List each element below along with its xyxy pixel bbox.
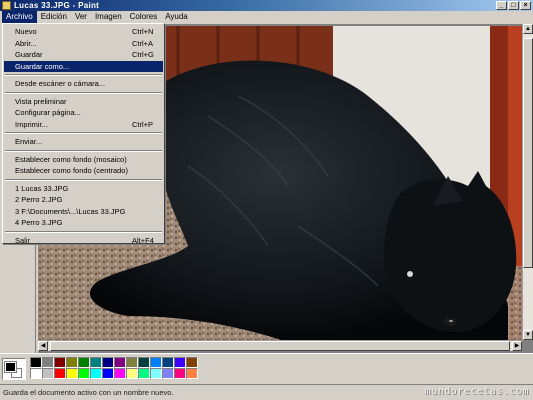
menu-file[interactable]: Archivo xyxy=(2,11,37,23)
file-menu-item[interactable]: Nuevo Ctrl+N xyxy=(4,26,163,38)
menu-colors[interactable]: Colores xyxy=(126,11,162,23)
menu-edit[interactable]: Edición xyxy=(37,11,71,23)
window-controls: _ □ × xyxy=(496,1,531,10)
close-button[interactable]: × xyxy=(520,1,531,10)
color-swatch[interactable] xyxy=(42,368,54,379)
color-swatch[interactable] xyxy=(90,368,102,379)
file-menu-item[interactable]: Guardar Ctrl+G xyxy=(4,49,163,61)
title-bar: Lucas 33.JPG - Paint _ □ × xyxy=(0,0,533,11)
menu-bar: Archivo Edición Ver Imagen Colores Ayuda xyxy=(0,11,533,23)
vertical-scroll-thumb[interactable] xyxy=(523,38,533,268)
file-menu-item[interactable]: 1 Lucas 33.JPG xyxy=(4,183,163,195)
file-menu-item[interactable]: 4 Perro 3.JPG xyxy=(4,217,163,229)
color-swatch[interactable] xyxy=(102,357,114,368)
color-swatch[interactable] xyxy=(90,357,102,368)
color-swatch[interactable] xyxy=(66,357,78,368)
minimize-button[interactable]: _ xyxy=(496,1,507,10)
file-menu-item-label: Establecer como fondo (mosaico) xyxy=(15,154,127,164)
menu-help[interactable]: Ayuda xyxy=(161,11,192,23)
color-swatches xyxy=(30,357,198,379)
scroll-down-icon[interactable]: ▼ xyxy=(523,330,533,340)
color-swatch[interactable] xyxy=(174,368,186,379)
file-menu-item-label: Salir xyxy=(15,235,31,245)
file-menu-item[interactable]: 2 Perro 2.JPG xyxy=(4,194,163,206)
horizontal-scroll-thumb[interactable] xyxy=(50,341,510,351)
file-menu-item-shortcut: Ctrl+G xyxy=(132,50,154,59)
file-menu-item[interactable]: 3 F:\Documents\...\Lucas 33.JPG xyxy=(4,206,163,218)
color-swatch[interactable] xyxy=(138,368,150,379)
watermark: mundorecetas.com xyxy=(424,386,529,397)
menu-image[interactable]: Imagen xyxy=(91,11,126,23)
color-swatch[interactable] xyxy=(54,357,66,368)
scroll-left-icon[interactable]: ◀ xyxy=(38,341,48,351)
color-swatch[interactable] xyxy=(162,357,174,368)
paint-app-icon[interactable] xyxy=(2,1,11,10)
file-menu-item-label: Guardar xyxy=(15,50,43,59)
color-swatch[interactable] xyxy=(30,368,42,379)
color-swatch[interactable] xyxy=(186,357,198,368)
file-menu-item[interactable]: Abrir... Ctrl+A xyxy=(4,38,163,50)
color-swatch[interactable] xyxy=(150,357,162,368)
horizontal-scrollbar[interactable]: ◀ ▶ xyxy=(38,340,522,351)
file-menu-item-label: 2 Perro 2.JPG xyxy=(15,195,63,204)
color-swatch[interactable] xyxy=(42,357,54,368)
color-swatch[interactable] xyxy=(162,368,174,379)
file-menu-item-label: Desde escáner o cámara... xyxy=(15,79,106,88)
color-swatch[interactable] xyxy=(174,357,186,368)
file-menu-item-label: 3 F:\Documents\...\Lucas 33.JPG xyxy=(15,206,126,216)
color-swatch[interactable] xyxy=(66,368,78,379)
file-menu-item-label: Imprimir... xyxy=(15,119,48,129)
scroll-up-icon[interactable]: ▲ xyxy=(523,24,533,34)
file-menu-item[interactable]: Establecer como fondo (centrado) xyxy=(4,165,163,177)
window-title: Lucas 33.JPG - Paint xyxy=(14,1,100,10)
color-swatch[interactable] xyxy=(102,368,114,379)
color-swatch[interactable] xyxy=(150,368,162,379)
file-menu-item[interactable]: Desde escáner o cámara... xyxy=(4,78,163,90)
status-text: Guarda el documento activo con un nombre… xyxy=(3,388,174,397)
file-menu-item-label: Vista preliminar xyxy=(15,96,67,106)
file-menu-item-shortcut: Ctrl+N xyxy=(132,27,154,36)
file-menu-item[interactable]: Establecer como fondo (mosaico) xyxy=(4,154,163,166)
status-bar: Guarda el documento activo con un nombre… xyxy=(0,384,533,400)
color-swatch[interactable] xyxy=(126,357,138,368)
maximize-button[interactable]: □ xyxy=(508,1,519,10)
color-swatch[interactable] xyxy=(54,368,66,379)
vertical-scrollbar[interactable]: ▲ ▼ xyxy=(522,24,533,340)
file-menu-item-label: 4 Perro 3.JPG xyxy=(15,218,63,227)
file-menu-item[interactable]: Enviar... xyxy=(4,136,163,148)
file-menu-item-label: 1 Lucas 33.JPG xyxy=(15,183,69,193)
foreground-color[interactable] xyxy=(4,361,17,373)
file-menu-item-label: Enviar... xyxy=(15,137,43,146)
file-menu-item-shortcut: Ctrl+A xyxy=(132,38,154,48)
color-swatch[interactable] xyxy=(138,357,150,368)
color-swatch[interactable] xyxy=(30,357,42,368)
scroll-right-icon[interactable]: ▶ xyxy=(512,341,522,351)
file-menu-item-shortcut: Alt+F4 xyxy=(132,235,154,245)
file-menu-item-label: Establecer como fondo (centrado) xyxy=(15,166,128,175)
color-swatch[interactable] xyxy=(78,357,90,368)
color-swatch[interactable] xyxy=(126,368,138,379)
file-menu-item[interactable]: Configurar página... xyxy=(4,107,163,119)
color-palette xyxy=(0,353,533,383)
file-menu-item-label: Abrir... xyxy=(15,38,37,48)
file-menu-dropdown: Nuevo Ctrl+N Abrir... Ctrl+A Guardar Ctrl+G Gu… xyxy=(2,23,165,247)
menu-view[interactable]: Ver xyxy=(71,11,91,23)
color-swatch[interactable] xyxy=(114,368,126,379)
file-menu-item-shortcut: Ctrl+P xyxy=(132,119,154,129)
file-menu-item-label: Guardar como... xyxy=(15,61,70,71)
file-menu-item[interactable]: Salir Alt+F4 xyxy=(4,235,163,247)
file-menu-item-label: Nuevo xyxy=(15,27,37,36)
file-menu-item[interactable]: Guardar como... xyxy=(4,60,163,72)
current-colors[interactable] xyxy=(2,358,26,380)
color-swatch[interactable] xyxy=(78,368,90,379)
color-swatch[interactable] xyxy=(114,357,126,368)
file-menu-item[interactable]: Imprimir... Ctrl+P xyxy=(4,119,163,131)
file-menu-item[interactable]: Vista preliminar xyxy=(4,96,163,108)
file-menu-item-label: Configurar página... xyxy=(15,108,81,117)
color-swatch[interactable] xyxy=(186,368,198,379)
